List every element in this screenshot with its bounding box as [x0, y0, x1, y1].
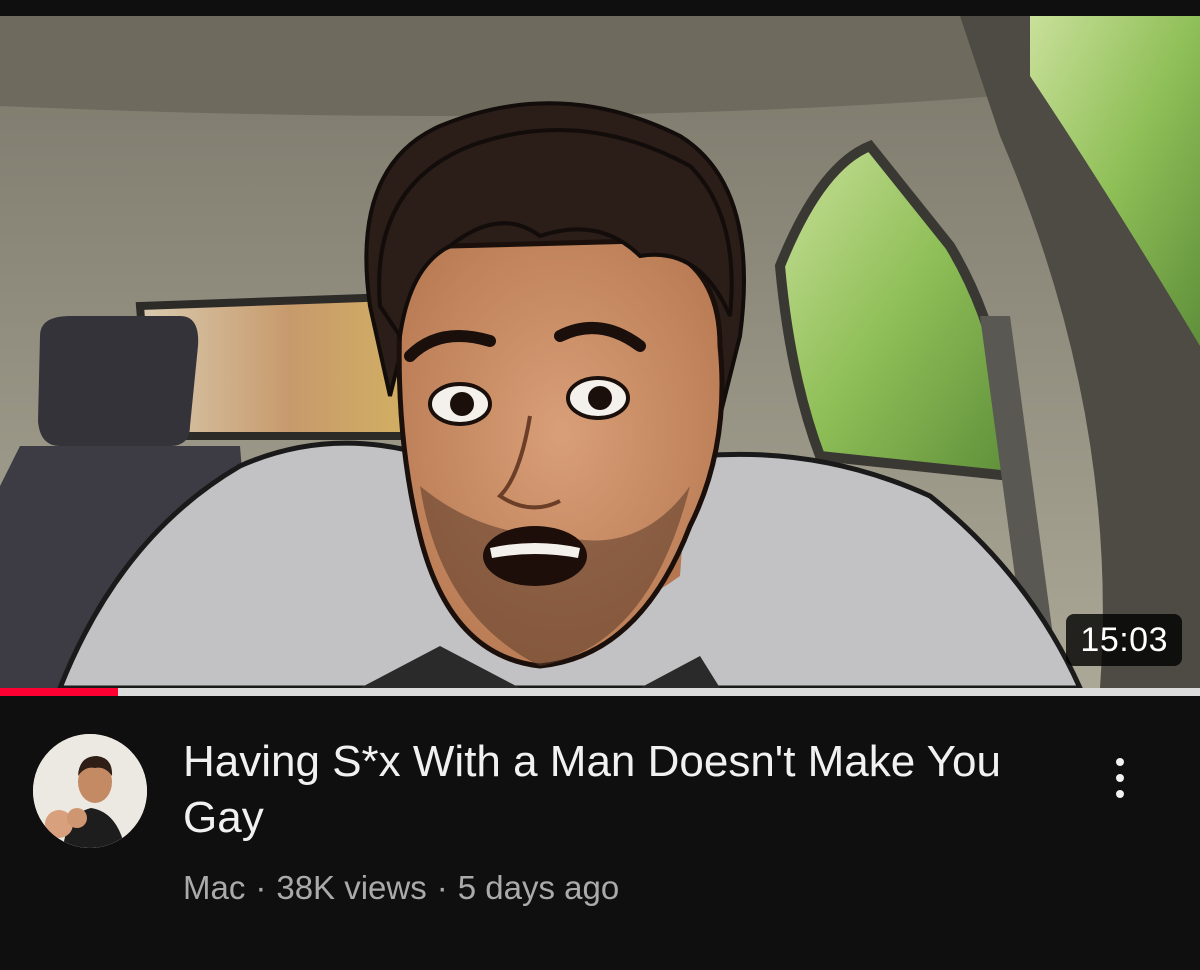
watch-progress-fill — [0, 688, 118, 696]
video-thumbnail[interactable]: 15:03 — [0, 16, 1200, 688]
avatar-image — [33, 734, 147, 848]
video-subtitle: Mac · 38K views · 5 days ago — [183, 868, 619, 908]
duration-badge: 15:03 — [1066, 614, 1182, 666]
separator: · — [436, 869, 448, 906]
more-vert-icon[interactable] — [1095, 748, 1145, 808]
channel-name[interactable]: Mac — [183, 869, 245, 906]
thumbnail-illustration — [0, 16, 1200, 688]
watch-progress-bar — [0, 688, 1200, 696]
separator: · — [255, 869, 267, 906]
upload-age: 5 days ago — [457, 869, 620, 906]
video-title[interactable]: Having S*x With a Man Doesn't Make You G… — [183, 734, 1043, 846]
video-meta: Having S*x With a Man Doesn't Make You G… — [0, 696, 1200, 970]
view-count: 38K views — [276, 869, 427, 906]
top-edge — [0, 0, 1200, 16]
channel-avatar[interactable] — [33, 734, 147, 848]
